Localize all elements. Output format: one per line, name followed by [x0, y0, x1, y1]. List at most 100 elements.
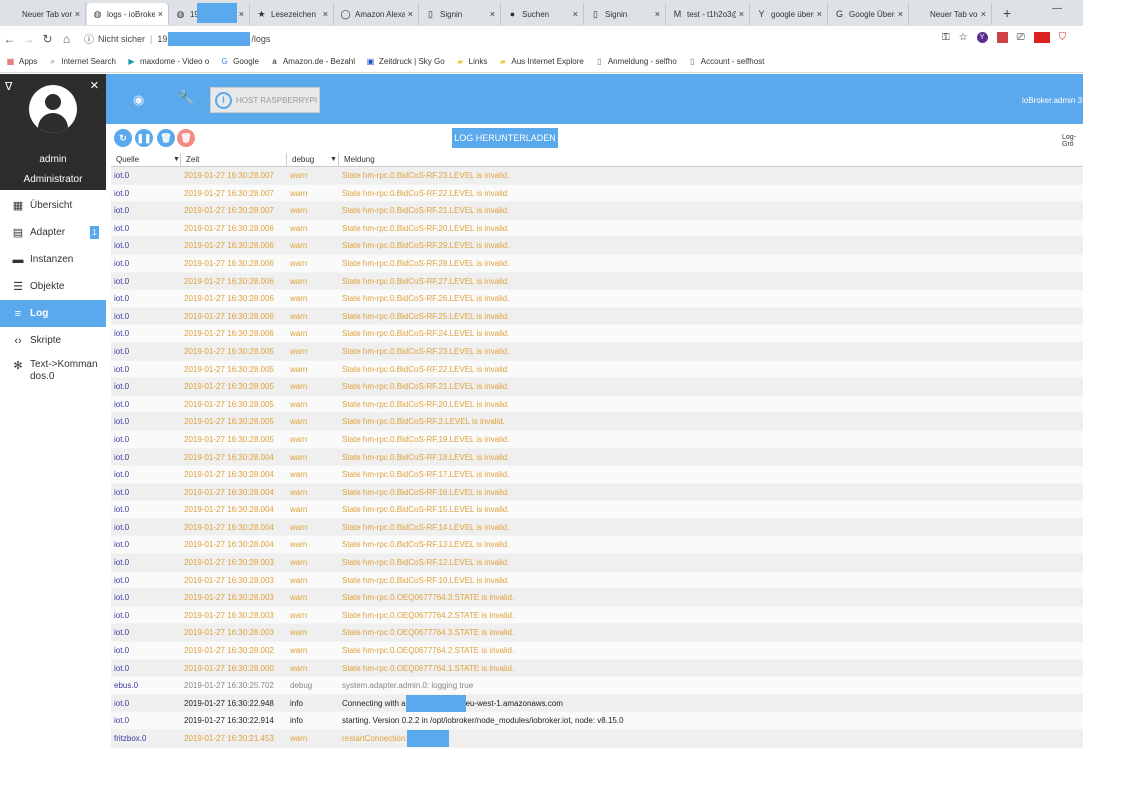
tab-8[interactable]: Mtest - t1h2o3@ ×: [667, 3, 750, 25]
table-row[interactable]: ebus.0 2019-01-27 16:30:25.702 debug system…: [111, 677, 1083, 695]
table-row[interactable]: iot.0 2019-01-27 16:30:28.000 warn State hm…: [111, 659, 1083, 678]
tab-close-icon[interactable]: ×: [817, 9, 822, 19]
tab-close-icon[interactable]: ×: [898, 9, 903, 19]
key-icon[interactable]: ⚿: [942, 32, 950, 43]
table-row[interactable]: iot.0 2019-01-27 16:30:28.004 warn State hm…: [111, 483, 1083, 502]
table-row[interactable]: iot.0 2019-01-27 16:30:28.006 warn State hm…: [111, 325, 1083, 343]
table-row[interactable]: iot.0 2019-01-27 16:30:22.948 info Connecti…: [111, 694, 1083, 713]
eye-icon[interactable]: ◉: [133, 92, 144, 108]
tab-10[interactable]: G Google Übers ×: [829, 3, 909, 25]
bookmark-2[interactable]: ▶ maxdome - Video o: [127, 57, 209, 66]
bookmark-0[interactable]: ▦ Apps: [6, 57, 38, 66]
tab-close-icon[interactable]: ×: [573, 9, 578, 19]
new-tab-button[interactable]: +: [1003, 5, 1011, 21]
column-time[interactable]: Zeit: [181, 153, 287, 167]
table-row[interactable]: iot.0 2019-01-27 16:30:28.002 warn State hm…: [111, 642, 1083, 660]
host-selector[interactable]: I HOST RASPBERRYPI: [210, 87, 320, 113]
tab-2[interactable]: ◍192×: [170, 3, 250, 25]
sidebar-item-objects[interactable]: ☰ Objekte: [0, 273, 106, 300]
pdf-extension-icon[interactable]: [996, 32, 1008, 43]
table-row[interactable]: iot.0 2019-01-27 16:30:28.005 warn State hm…: [111, 360, 1083, 379]
table-row[interactable]: iot.0 2019-01-27 16:30:28.006 warn State hm…: [111, 307, 1083, 326]
table-row[interactable]: iot.0 2019-01-27 16:30:22.914 info starting…: [111, 712, 1083, 730]
tab-close-icon[interactable]: ×: [323, 9, 328, 19]
table-row[interactable]: iot.0 2019-01-27 16:30:28.005 warn State hm…: [111, 378, 1083, 396]
forward-arrow-icon[interactable]: →: [19, 32, 38, 46]
home-icon[interactable]: ⌂: [57, 32, 76, 46]
star-icon[interactable]: ☆: [959, 32, 968, 43]
table-row[interactable]: iot.0 2019-01-27 16:30:28.003 warn State hm…: [111, 554, 1083, 572]
tab-close-icon[interactable]: ×: [75, 9, 80, 19]
shield-extension-icon[interactable]: ⛉: [1059, 32, 1067, 43]
table-row[interactable]: iot.0 2019-01-27 16:30:28.007 warn State hm…: [111, 184, 1083, 203]
table-row[interactable]: iot.0 2019-01-27 16:30:28.003 warn State hm…: [111, 589, 1083, 607]
column-source[interactable]: Quelle ▼: [111, 153, 181, 167]
table-row[interactable]: iot.0 2019-01-27 16:30:28.004 warn State hm…: [111, 518, 1083, 537]
table-row[interactable]: iot.0 2019-01-27 16:30:28.003 warn State hm…: [111, 606, 1083, 625]
sidebar-item-instances[interactable]: ▬ Instanzen: [0, 246, 106, 273]
tab-close-icon[interactable]: ×: [408, 9, 413, 19]
clear-log-button[interactable]: 🗑: [177, 129, 195, 147]
table-row[interactable]: iot.0 2019-01-27 16:30:28.005 warn State hm…: [111, 395, 1083, 414]
table-row[interactable]: iot.0 2019-01-27 16:30:28.004 warn State hm…: [111, 536, 1083, 555]
table-row[interactable]: iot.0 2019-01-27 16:30:28.004 warn State hm…: [111, 501, 1083, 519]
wrench-icon[interactable]: 🔧: [177, 89, 196, 107]
back-arrow-icon[interactable]: ←: [0, 32, 19, 46]
bookmark-7[interactable]: ▰ Aus Internet Explore: [498, 57, 584, 66]
tab-close-icon[interactable]: ×: [981, 9, 986, 19]
sidebar-item-log[interactable]: ≡ Log: [0, 300, 106, 327]
table-row[interactable]: iot.0 2019-01-27 16:30:28.003 warn State hm…: [111, 571, 1083, 590]
bookmark-1[interactable]: ⌕ Internet Search: [48, 57, 115, 67]
sidebar-item-adapter[interactable]: ▤ Adapter 1: [0, 219, 106, 246]
bookmark-5[interactable]: ▣ Zeitdruck | Sky Go: [366, 57, 445, 66]
column-level[interactable]: debug ▼: [287, 153, 339, 167]
cast-icon[interactable]: ⎚: [1017, 32, 1025, 43]
table-row[interactable]: iot.0 2019-01-27 16:30:28.005 warn State hm…: [111, 342, 1083, 361]
pause-button[interactable]: ❚❚: [135, 129, 153, 147]
table-row[interactable]: iot.0 2019-01-27 16:30:28.007 warn State hm…: [111, 202, 1083, 220]
sidebar-item-scripts[interactable]: ‹› Skripte: [0, 327, 106, 354]
table-row[interactable]: iot.0 2019-01-27 16:30:28.006 warn State hm…: [111, 290, 1083, 308]
tab-9[interactable]: Ygoogle übers ×: [751, 3, 828, 25]
tab-3[interactable]: ★ Lesezeichen ×: [251, 3, 334, 25]
bookmark-3[interactable]: G Google: [220, 57, 259, 66]
tab-close-icon[interactable]: ×: [739, 9, 744, 19]
tab-6[interactable]: ● Suchen ×: [502, 3, 584, 25]
collapse-triangle-icon[interactable]: ∇: [5, 80, 12, 93]
mail-extension-icon[interactable]: [1033, 32, 1050, 43]
tab-5[interactable]: ▯ Signin ×: [420, 3, 501, 25]
table-row[interactable]: iot.0 2019-01-27 16:30:28.003 warn State hm…: [111, 624, 1083, 643]
delete-button[interactable]: 🗑: [157, 129, 175, 147]
yahoo-extension-icon[interactable]: Y: [976, 32, 988, 43]
table-row[interactable]: iot.0 2019-01-27 16:30:28.004 warn State hm…: [111, 448, 1083, 467]
table-row[interactable]: iot.0 2019-01-27 16:30:28.006 warn State hm…: [111, 219, 1083, 238]
bookmark-9[interactable]: ▯ Account - selfhost: [688, 57, 764, 66]
download-log-button[interactable]: LOG HERUNTERLADEN: [452, 128, 558, 148]
table-row[interactable]: iot.0 2019-01-27 16:30:28.007 warn State hm…: [111, 167, 1083, 185]
sidebar-item-text-commands[interactable]: ✻ Text->Kommandos.0: [0, 355, 106, 389]
table-row[interactable]: iot.0 2019-01-27 16:30:28.006 warn State hm…: [111, 254, 1083, 273]
tab-0[interactable]: Neuer Tab von Yah×: [2, 3, 86, 25]
tab-close-icon[interactable]: ×: [490, 9, 495, 19]
table-row[interactable]: iot.0 2019-01-27 16:30:28.004 warn State hm…: [111, 466, 1083, 484]
bookmark-8[interactable]: ▯ Anmeldung - selfho: [595, 57, 677, 66]
table-row[interactable]: iot.0 2019-01-27 16:30:28.006 warn State hm…: [111, 272, 1083, 291]
reload-icon[interactable]: ↻: [38, 32, 57, 46]
minimize-button[interactable]: —: [1052, 3, 1062, 14]
refresh-button[interactable]: ↻: [114, 129, 132, 147]
close-icon[interactable]: ×: [90, 77, 99, 94]
tab-1[interactable]: ◍ logs - ioBroker ×: [87, 3, 169, 25]
bookmark-6[interactable]: ▰ Links: [456, 57, 487, 66]
table-row[interactable]: fritzbox.0 2019-01-27 16:30:21.453 warn res…: [111, 730, 1083, 748]
table-row[interactable]: iot.0 2019-01-27 16:30:28.006 warn State hm…: [111, 237, 1083, 255]
tab-close-icon[interactable]: ×: [239, 9, 244, 19]
tab-close-icon[interactable]: ×: [158, 9, 163, 19]
tab-11[interactable]: Neuer Tab von Yah×: [910, 3, 992, 25]
bookmark-4[interactable]: a Amazon.de - Bezahl: [270, 57, 355, 66]
sidebar-item-overview[interactable]: ▦ Übersicht: [0, 192, 106, 219]
table-row[interactable]: iot.0 2019-01-27 16:30:28.005 warn State hm…: [111, 430, 1083, 449]
tab-7[interactable]: ▯ Signin ×: [585, 3, 666, 25]
column-message[interactable]: Meldung: [339, 153, 1083, 167]
url-field[interactable]: ⓘ Nicht sicher | 19 /logs: [84, 31, 270, 46]
tab-close-icon[interactable]: ×: [655, 9, 660, 19]
